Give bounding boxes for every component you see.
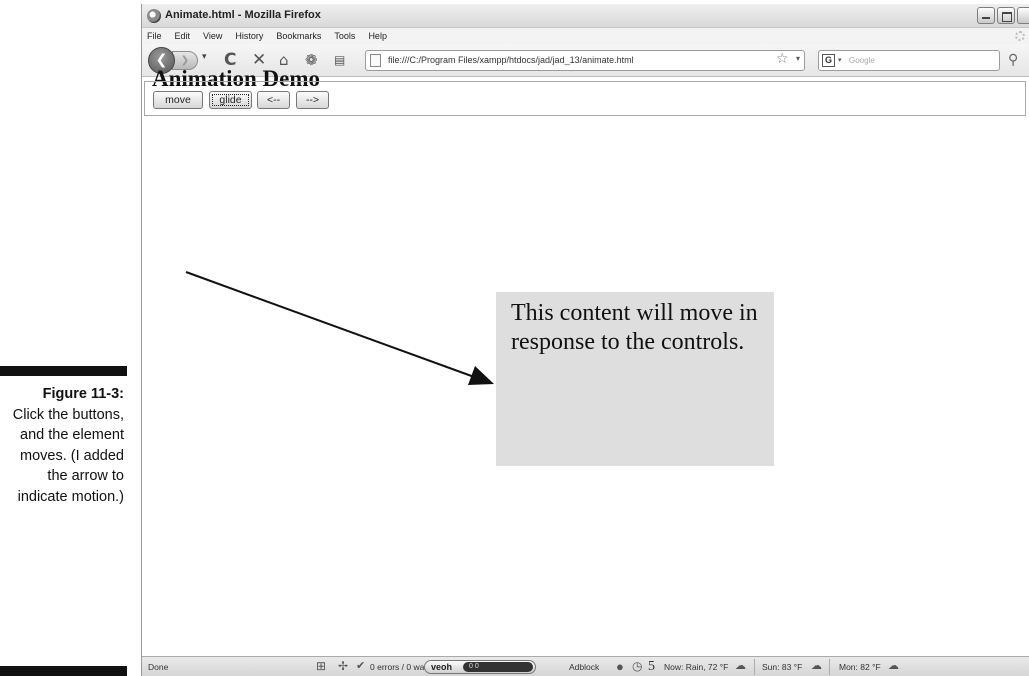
- motion-arrow-head: [468, 366, 494, 385]
- menu-history[interactable]: History: [235, 31, 263, 41]
- veoh-label: veoh: [431, 662, 453, 672]
- search-engine-icon[interactable]: G: [822, 54, 835, 67]
- search-magnifier-icon[interactable]: ⚲: [1008, 51, 1018, 69]
- disk-toolbar-icon[interactable]: ▤: [334, 50, 345, 70]
- move-right-button[interactable]: -->: [296, 91, 329, 109]
- status-bar: Done ⊞ ✢ ✔ 0 errors / 0 warnings veoh 0 …: [142, 656, 1029, 676]
- cloud-icon: ☁: [811, 660, 822, 672]
- figure-caption-text: Click the buttons, and the element moves…: [12, 406, 124, 505]
- status-text: Done: [148, 662, 169, 672]
- menu-tools[interactable]: Tools: [334, 31, 355, 41]
- weather-now: Now: Rain, 72 °F: [664, 662, 729, 672]
- maximize-button[interactable]: [997, 7, 1015, 24]
- animated-content-box: This content will move in response to th…: [496, 292, 774, 466]
- menu-file[interactable]: File: [147, 31, 162, 41]
- menu-help[interactable]: Help: [368, 31, 387, 41]
- moon-icon[interactable]: ●: [616, 660, 624, 673]
- window-title: Animate.html - Mozilla Firefox: [165, 9, 321, 21]
- check-icon[interactable]: ✔: [356, 660, 365, 673]
- pin-icon[interactable]: ✢: [338, 660, 348, 673]
- counter-number: 5: [648, 659, 655, 674]
- menu-bar: File Edit View History Bookmarks Tools H…: [142, 28, 1029, 44]
- close-button[interactable]: [1017, 7, 1029, 24]
- clock-icon[interactable]: ◷: [632, 660, 642, 673]
- veoh-widget[interactable]: veoh 0 0: [424, 660, 536, 674]
- menu-view[interactable]: View: [203, 31, 222, 41]
- bookmark-star-icon[interactable]: ☆: [776, 51, 789, 67]
- controls-panel: move glide <-- -->: [144, 81, 1026, 116]
- figure-number: Figure 11-3:: [42, 386, 124, 402]
- minimize-button[interactable]: [977, 7, 995, 24]
- menu-bookmarks[interactable]: Bookmarks: [276, 31, 321, 41]
- search-engine-dropdown-icon[interactable]: ▾: [838, 56, 842, 64]
- page-icon: [370, 54, 381, 67]
- motion-arrow-shaft: [185, 271, 478, 379]
- search-placeholder: Google: [849, 56, 875, 65]
- status-separator: [829, 659, 830, 675]
- title-bar: Animate.html - Mozilla Firefox: [142, 4, 1029, 28]
- history-dropdown-icon[interactable]: ▾: [202, 52, 207, 62]
- move-button[interactable]: move: [153, 91, 203, 109]
- veoh-counts: 0 0: [463, 662, 533, 672]
- rain-cloud-icon: ☁: [735, 660, 746, 672]
- figure-caption: Figure 11-3: Click the buttons, and the …: [0, 384, 124, 507]
- firefox-icon: [147, 9, 161, 23]
- search-box[interactable]: G ▾ Google: [818, 50, 1000, 71]
- move-left-button[interactable]: <--: [257, 91, 290, 109]
- browser-window: Animate.html - Mozilla Firefox File Edit…: [141, 4, 1029, 676]
- status-separator: [754, 659, 755, 675]
- url-dropdown-icon[interactable]: ▾: [796, 54, 800, 63]
- url-bar[interactable]: file:///C:/Program Files/xampp/htdocs/ja…: [365, 50, 805, 71]
- forward-arrow-icon: ❯: [180, 55, 190, 66]
- caption-bottom-rule: [0, 666, 127, 676]
- activity-throbber-icon: [1015, 31, 1025, 41]
- weather-sun: Sun: 83 °F: [762, 662, 803, 672]
- cloud-icon: ☁: [888, 660, 899, 672]
- window-controls: [977, 7, 1029, 24]
- caption-top-rule: [0, 366, 127, 376]
- weather-mon: Mon: 82 °F: [839, 662, 881, 672]
- page-content: Animation Demo move glide <-- --> This c…: [142, 66, 1029, 660]
- addon-box-icon[interactable]: ⊞: [316, 660, 326, 673]
- adblock-label[interactable]: Adblock: [569, 662, 599, 672]
- url-text: file:///C:/Program Files/xampp/htdocs/ja…: [388, 55, 634, 65]
- menu-edit[interactable]: Edit: [175, 31, 191, 41]
- glide-button[interactable]: glide: [209, 91, 252, 109]
- animated-box-text: This content will move in response to th…: [511, 300, 758, 355]
